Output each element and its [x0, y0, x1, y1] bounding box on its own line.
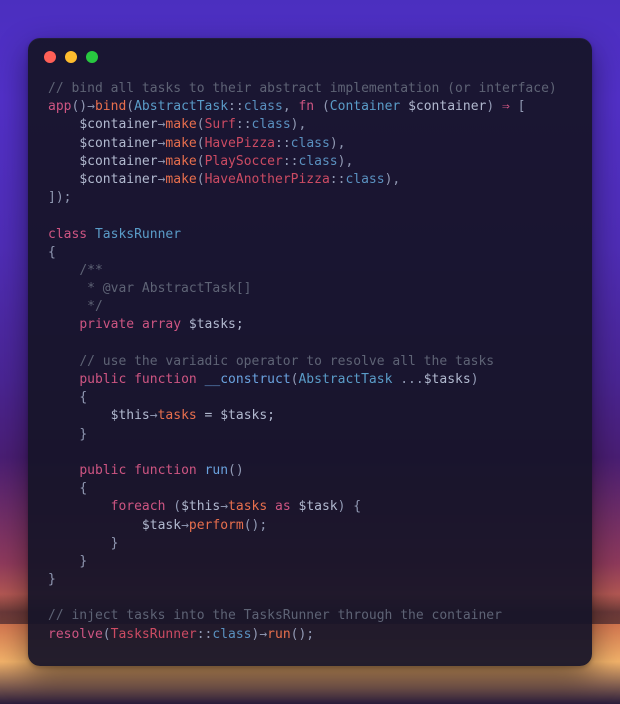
minimize-icon[interactable]: [65, 51, 77, 63]
code-content: // bind all tasks to their abstract impl…: [28, 76, 592, 666]
code-editor-window: // bind all tasks to their abstract impl…: [28, 38, 592, 666]
zoom-icon[interactable]: [86, 51, 98, 63]
code-comment: // bind all tasks to their abstract impl…: [48, 81, 557, 96]
close-icon[interactable]: [44, 51, 56, 63]
fn-app: app: [48, 99, 71, 114]
window-titlebar: [28, 38, 592, 76]
